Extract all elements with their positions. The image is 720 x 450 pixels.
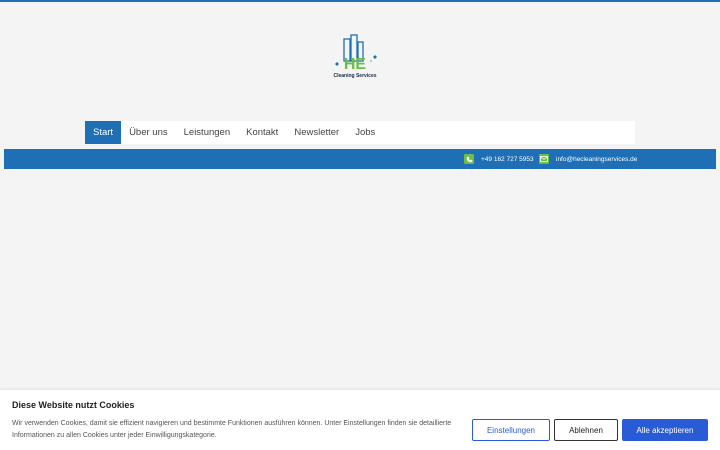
contact-bar: +49 162 727 5953 info@hecleaningservices… <box>4 149 716 169</box>
cookie-accept-button[interactable]: Alle akzeptieren <box>622 419 708 441</box>
mail-icon <box>539 154 549 164</box>
main-nav: Start Über uns Leistungen Kontakt Newsle… <box>85 121 635 144</box>
cookie-settings-button[interactable]: Einstellungen <box>472 419 550 441</box>
nav-item-jobs[interactable]: Jobs <box>347 121 383 144</box>
site-logo[interactable]: HE Cleaning Services <box>329 33 381 81</box>
cookie-text: Wir verwenden Cookies, damit sie effizie… <box>12 420 452 439</box>
cookie-title: Diese Website nutzt Cookies <box>12 400 135 410</box>
nav-item-services[interactable]: Leistungen <box>176 121 238 144</box>
nav-item-contact[interactable]: Kontakt <box>238 121 286 144</box>
nav-item-start[interactable]: Start <box>85 121 122 144</box>
contact-phone[interactable]: +49 162 727 5953 <box>464 149 534 169</box>
nav-item-about[interactable]: Über uns <box>121 121 176 144</box>
contact-email[interactable]: info@hecleaningservices.de <box>539 149 637 169</box>
top-accent-line <box>0 0 720 2</box>
cookie-reject-button[interactable]: Ablehnen <box>554 419 618 441</box>
logo-letters: HE <box>344 56 367 73</box>
logo-graphic: HE <box>335 34 377 73</box>
email-address: info@hecleaningservices.de <box>556 155 638 163</box>
nav-item-newsletter[interactable]: Newsletter <box>286 121 347 144</box>
logo-text: Cleaning Services <box>333 73 377 79</box>
phone-number: +49 162 727 5953 <box>481 155 534 163</box>
phone-icon <box>464 154 474 164</box>
